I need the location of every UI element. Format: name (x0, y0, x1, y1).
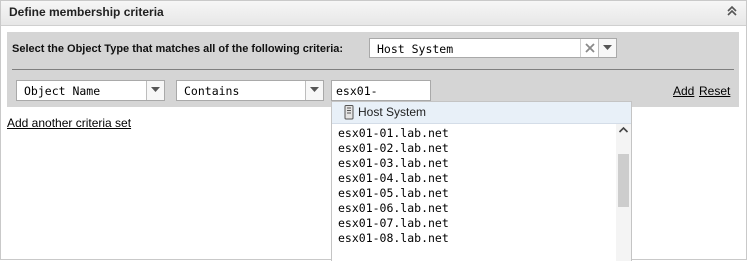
x-icon[interactable] (580, 39, 599, 57)
scrollbar-thumb[interactable] (618, 154, 629, 207)
operator-value: Contains (184, 84, 240, 98)
property-select[interactable]: Object Name (16, 80, 165, 101)
object-type-value: Host System (377, 42, 454, 56)
suggestion-item[interactable]: esx01-01.lab.net (338, 126, 449, 141)
membership-criteria-panel: Define membership criteria Select the Ob… (0, 0, 747, 261)
search-value-input[interactable] (331, 80, 431, 101)
object-type-label: Select the Object Type that matches all … (12, 43, 344, 55)
suggestion-item[interactable]: esx01-02.lab.net (338, 141, 449, 156)
property-value: Object Name (24, 84, 101, 98)
suggestion-dropdown: Host System esx01-01.lab.net esx01-02.la… (331, 101, 632, 261)
criteria-box: Select the Object Type that matches all … (7, 32, 739, 107)
suggestion-scrollbar[interactable] (616, 124, 631, 261)
chevron-down-icon[interactable] (598, 39, 616, 57)
add-another-criteria-set-link[interactable]: Add another criteria set (7, 116, 131, 130)
reset-link[interactable]: Reset (699, 84, 730, 98)
operator-select[interactable]: Contains (176, 80, 324, 101)
suggestion-item[interactable]: esx01-06.lab.net (338, 201, 449, 216)
host-icon (344, 105, 354, 123)
object-type-select[interactable]: Host System (369, 38, 617, 58)
panel-header: Define membership criteria (1, 1, 746, 26)
suggestion-item[interactable]: esx01-03.lab.net (338, 156, 449, 171)
double-chevron-up-icon[interactable] (726, 4, 738, 18)
suggestion-group-header: Host System (332, 102, 631, 124)
panel-title: Define membership criteria (9, 5, 164, 19)
suggestion-group-label: Host System (358, 105, 427, 119)
suggestion-item[interactable]: esx01-07.lab.net (338, 216, 449, 231)
suggestion-item[interactable]: esx01-04.lab.net (338, 171, 449, 186)
suggestion-item[interactable]: esx01-08.lab.net (338, 231, 449, 246)
chevron-down-icon[interactable] (305, 81, 323, 100)
criteria-divider (12, 69, 734, 70)
add-link[interactable]: Add (673, 84, 694, 98)
suggestion-item[interactable]: esx01-05.lab.net (338, 186, 449, 201)
chevron-up-icon[interactable] (618, 124, 629, 136)
chevron-down-icon[interactable] (146, 81, 164, 100)
